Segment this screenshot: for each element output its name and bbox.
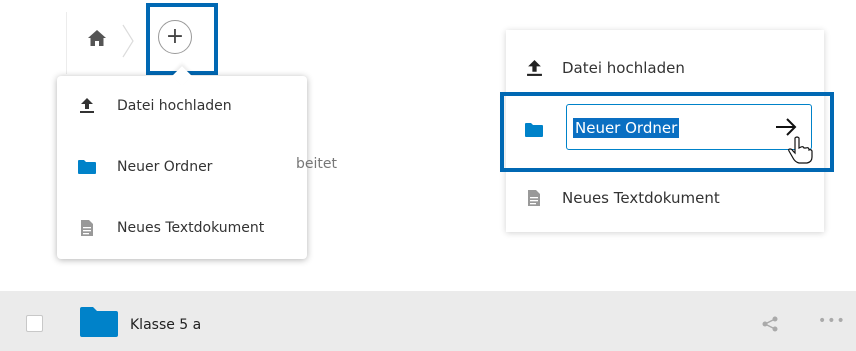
file-name[interactable]: Klasse 5 a xyxy=(130,317,201,333)
row-select-checkbox[interactable] xyxy=(26,315,43,332)
document-icon xyxy=(57,220,117,236)
new-button[interactable]: + xyxy=(158,20,192,54)
share-icon[interactable] xyxy=(762,316,778,332)
upload-icon xyxy=(57,98,117,114)
folder-icon xyxy=(57,160,117,174)
menu-item-new-folder[interactable]: Neuer Ordner xyxy=(57,137,307,197)
menu-item-upload[interactable]: Datei hochladen xyxy=(57,76,307,136)
more-icon[interactable]: ••• xyxy=(818,313,846,329)
hand-cursor-icon xyxy=(788,136,813,164)
background-text-fragment: beitet xyxy=(296,156,337,172)
menu-item-new-text-document[interactable]: Neues Textdokument xyxy=(57,198,307,258)
document-icon xyxy=(506,190,562,206)
home-icon[interactable] xyxy=(88,30,106,46)
file-list-row[interactable]: Klasse 5 a ••• xyxy=(0,291,856,351)
new-folder-name-input[interactable]: Neuer Ordner xyxy=(566,104,812,150)
menu-item-label: Neuer Ordner xyxy=(117,159,213,175)
menu-item-label: Datei hochladen xyxy=(117,98,232,114)
chevron-right-icon xyxy=(122,24,134,58)
menu-item-new-text-document[interactable]: Neues Textdokument xyxy=(506,168,824,228)
upload-icon xyxy=(506,59,562,77)
menu-item-label: Neues Textdokument xyxy=(117,220,265,236)
plus-icon: + xyxy=(165,24,185,49)
menu-item-label: Neues Textdokument xyxy=(562,189,720,207)
new-menu-popup: Datei hochladen Neuer Ordner Neues Textd… xyxy=(57,66,307,259)
menu-item-label: Datei hochladen xyxy=(562,59,685,77)
menu-item-upload[interactable]: Datei hochladen xyxy=(506,38,824,98)
folder-name-selected-text: Neuer Ordner xyxy=(573,118,680,138)
breadcrumb-divider xyxy=(66,12,67,74)
folder-icon[interactable] xyxy=(80,307,118,337)
arrow-right-icon[interactable] xyxy=(775,117,797,137)
